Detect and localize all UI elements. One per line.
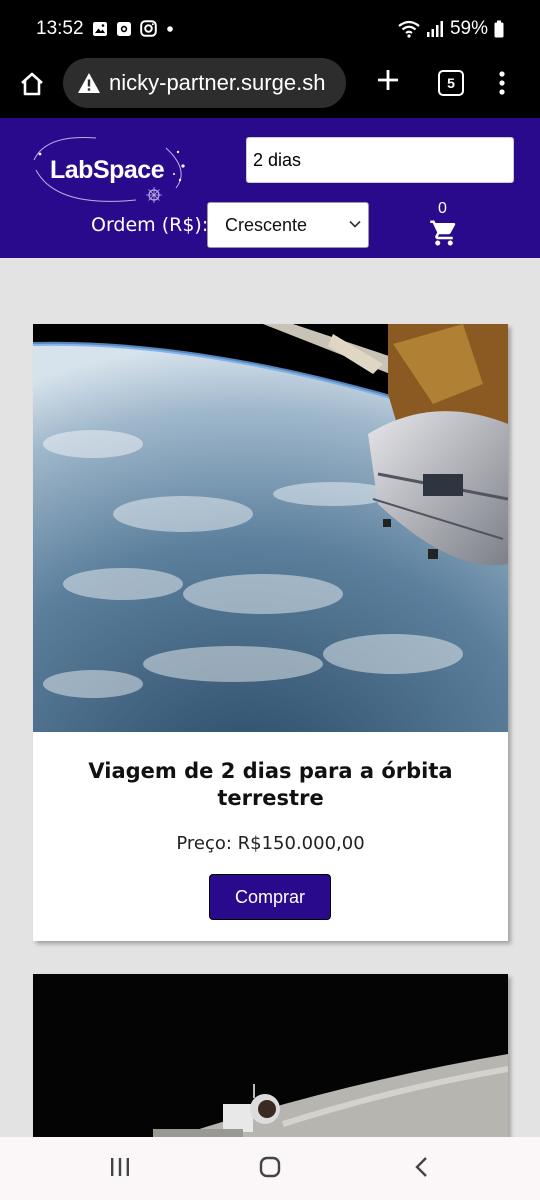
more-options-icon[interactable] bbox=[498, 70, 506, 98]
battery-icon bbox=[494, 20, 504, 38]
product-image-astronaut-moon bbox=[33, 974, 508, 1144]
tab-switcher-button[interactable]: 5 bbox=[438, 70, 464, 96]
recent-apps-icon[interactable] bbox=[108, 1155, 132, 1179]
voicemail-icon bbox=[117, 21, 131, 36]
product-card bbox=[33, 974, 508, 1144]
battery-percent: 59% bbox=[449, 18, 488, 39]
order-label: Ordem (R$): bbox=[91, 214, 209, 236]
order-select[interactable]: Crescente bbox=[207, 202, 369, 248]
search-input[interactable] bbox=[246, 137, 514, 183]
url-text: nicky-partner.surge.sh bbox=[109, 70, 326, 95]
gallery-icon bbox=[93, 21, 107, 36]
instagram-icon bbox=[140, 20, 157, 37]
product-title: Viagem de 2 dias para a órbita terrestre bbox=[88, 759, 453, 810]
home-nav-icon[interactable] bbox=[258, 1155, 282, 1179]
order-selected-value: Crescente bbox=[225, 215, 308, 235]
system-icons: 59% bbox=[398, 18, 504, 40]
signal-icon bbox=[426, 21, 443, 37]
chevron-down-icon bbox=[349, 220, 361, 228]
buy-button[interactable]: Comprar bbox=[209, 874, 331, 920]
labspace-logo[interactable]: LabSpace bbox=[26, 130, 188, 210]
new-tab-icon[interactable] bbox=[374, 66, 402, 94]
browser-toolbar: nicky-partner.surge.sh 5 bbox=[0, 58, 540, 118]
status-time: 13:52 bbox=[36, 18, 84, 39]
back-icon[interactable] bbox=[410, 1155, 434, 1179]
cart-icon[interactable] bbox=[429, 218, 459, 248]
home-icon[interactable] bbox=[18, 70, 46, 98]
logo-text: LabSpace bbox=[50, 156, 165, 184]
status-bar: 13:52 59% bbox=[0, 0, 540, 58]
site-header: LabSpace Ordem (R$): Crescente 0 bbox=[0, 118, 540, 258]
system-nav-bar bbox=[0, 1137, 540, 1200]
dot-icon bbox=[167, 25, 173, 32]
product-price: Preço: R$150.000,00 bbox=[176, 833, 365, 854]
cart-count: 0 bbox=[438, 200, 447, 217]
address-bar[interactable]: nicky-partner.surge.sh bbox=[63, 58, 346, 108]
product-image-earth-orbit bbox=[33, 324, 508, 732]
notification-icons bbox=[92, 20, 175, 37]
warning-icon[interactable] bbox=[77, 72, 101, 94]
wifi-icon bbox=[398, 20, 420, 38]
product-card: Viagem de 2 dias para a órbita terrestre… bbox=[33, 324, 508, 941]
